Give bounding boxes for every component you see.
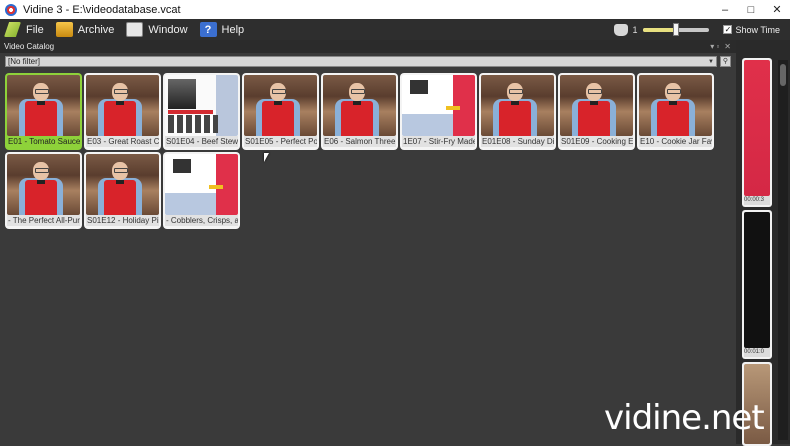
panel-close-button[interactable]: ✕: [724, 42, 731, 51]
help-icon: ?: [199, 22, 217, 37]
menu-help[interactable]: ? Help: [196, 19, 253, 40]
video-tile[interactable]: S01E05 - Perfect Porn: [242, 73, 319, 150]
close-button[interactable]: ✕: [764, 0, 790, 19]
show-time-checkbox[interactable]: ✓: [723, 25, 733, 34]
menu-file-label: File: [26, 23, 44, 36]
panel-pin-button[interactable]: ▾ ▫: [710, 42, 719, 51]
file-icon: [4, 22, 21, 37]
video-catalog-grid: E01 - Tomato Sauces T E03 - Great Roast C…: [0, 69, 736, 444]
video-tile[interactable]: S01E09 - Cooking Egg: [558, 73, 635, 150]
menu-bar: File Archive Window ? Help 1 ✓ Show Time: [0, 19, 790, 40]
video-tile[interactable]: - Cobblers, Crisps, and: [163, 152, 240, 229]
video-thumbnail: [560, 75, 633, 136]
menu-file[interactable]: File: [0, 19, 52, 40]
chevron-down-icon[interactable]: ▼: [706, 57, 716, 66]
video-thumbnail: [323, 75, 396, 136]
video-tile[interactable]: S01E04 - Beef Stew: [163, 73, 240, 150]
video-thumbnail: [165, 75, 238, 136]
menu-window[interactable]: Window: [122, 19, 195, 40]
show-time-toggle[interactable]: ✓ Show Time: [723, 25, 780, 35]
filter-dropdown[interactable]: [No filter] ▼: [5, 56, 717, 67]
show-time-label: Show Time: [735, 24, 780, 35]
zoom-slider[interactable]: [643, 22, 710, 36]
video-caption: E03 - Great Roast Chi: [86, 136, 159, 147]
video-tile[interactable]: E03 - Great Roast Chi: [84, 73, 161, 150]
video-thumbnail: [402, 75, 475, 136]
archive-icon: [55, 22, 73, 37]
timeline-frame-time: 00:00:3: [744, 196, 770, 205]
filter-funnel-button[interactable]: ⚲: [720, 56, 731, 67]
timeline-frame-thumbnail: [744, 212, 770, 348]
menu-archive[interactable]: Archive: [52, 19, 123, 40]
zoom-value: 1: [632, 24, 638, 35]
video-caption: S01E05 - Perfect Porn: [244, 136, 317, 147]
video-thumbnail: [7, 75, 80, 136]
zoom-slider-thumb[interactable]: [673, 22, 680, 36]
timeline-panel: 00:00:3 00:01:0: [736, 40, 790, 446]
window-title: Vidine 3 - E:\videodatabase.vcat: [23, 3, 181, 16]
video-tile[interactable]: E01E08 - Sunday Dinne: [479, 73, 556, 150]
binoculars-icon[interactable]: [614, 23, 629, 36]
zoom-slider-fill: [643, 27, 677, 32]
timeline-frame[interactable]: 00:01:0: [742, 210, 772, 359]
timeline-scrollbar[interactable]: [778, 60, 788, 440]
video-caption: S01E09 - Cooking Egg: [560, 136, 633, 147]
video-tile[interactable]: 1E07 - Stir-Fry Made E: [400, 73, 477, 150]
timeline-frame[interactable]: 00:00:3: [742, 58, 772, 207]
video-tile[interactable]: - The Perfect All-Purpo: [5, 152, 82, 229]
video-tile[interactable]: E10 - Cookie Jar Favo: [637, 73, 714, 150]
menu-archive-label: Archive: [77, 23, 115, 36]
timeline-scrollbar-thumb[interactable]: [780, 64, 786, 86]
video-thumbnail: [7, 154, 80, 215]
panel-header: Video Catalog ▾ ▫ ✕: [0, 40, 736, 53]
title-bar: Vidine 3 - E:\videodatabase.vcat – □ ✕: [0, 0, 790, 19]
video-caption: - The Perfect All-Purpo: [7, 215, 80, 226]
video-tile[interactable]: E06 - Salmon Three W: [321, 73, 398, 150]
video-caption: 1E07 - Stir-Fry Made E: [402, 136, 475, 147]
video-caption: E01 - Tomato Sauces T: [7, 136, 80, 147]
video-thumbnail: [481, 75, 554, 136]
app-logo-icon: [5, 3, 17, 16]
video-thumbnail: [244, 75, 317, 136]
window-icon: [126, 22, 144, 37]
video-caption: S01E12 - Holiday Pies: [86, 215, 159, 226]
panel-title: Video Catalog: [4, 42, 55, 51]
video-caption: E01E08 - Sunday Dinne: [481, 136, 554, 147]
timeline-frame-thumbnail: [744, 60, 770, 196]
maximize-button[interactable]: □: [738, 0, 764, 19]
menu-help-label: Help: [221, 23, 245, 36]
video-thumbnail: [639, 75, 712, 136]
video-thumbnail: [165, 154, 238, 215]
video-tile[interactable]: S01E12 - Holiday Pies: [84, 152, 161, 229]
timeline-frame-time: 00:01:0: [744, 348, 770, 357]
menu-window-label: Window: [148, 23, 188, 36]
video-thumbnail: [86, 154, 159, 215]
filter-value: [No filter]: [8, 57, 41, 66]
video-caption: E10 - Cookie Jar Favo: [639, 136, 712, 147]
video-tile[interactable]: E01 - Tomato Sauces T: [5, 73, 82, 150]
video-thumbnail: [86, 75, 159, 136]
minimize-button[interactable]: –: [712, 0, 738, 19]
mouse-cursor-icon: [264, 153, 269, 162]
watermark: vidine.net: [604, 398, 765, 438]
video-caption: E06 - Salmon Three W: [323, 136, 396, 147]
video-caption: S01E04 - Beef Stew: [165, 136, 238, 147]
video-caption: - Cobblers, Crisps, and: [165, 215, 238, 226]
